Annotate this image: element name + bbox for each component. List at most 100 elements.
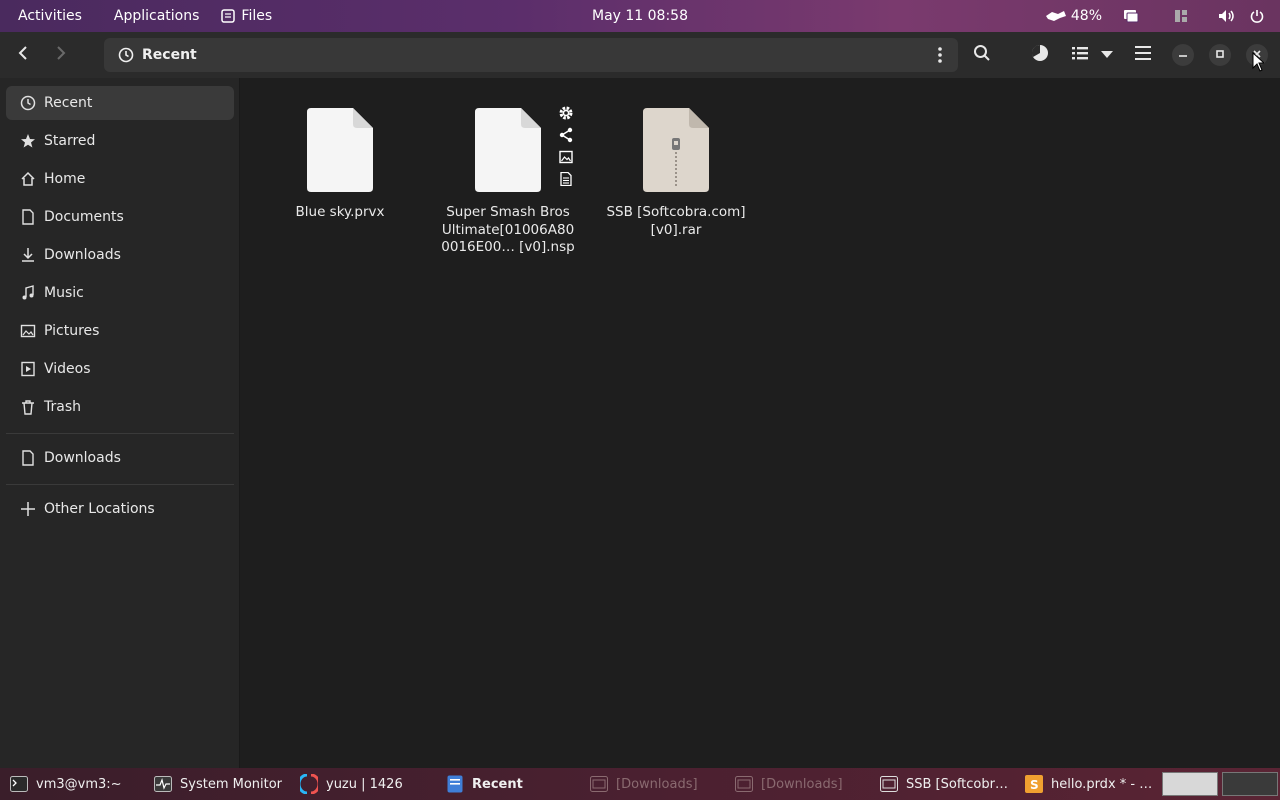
- sidebar-item-label: Home: [44, 171, 86, 187]
- workspace-indicator-icon[interactable]: [1166, 0, 1196, 32]
- main-menu-button[interactable]: [1126, 38, 1160, 72]
- sidebar-item-label: Starred: [44, 133, 96, 149]
- task-downloads-1[interactable]: [Downloads]: [590, 768, 698, 800]
- sidebar-item-home[interactable]: Home: [6, 162, 234, 196]
- home-icon: [20, 171, 36, 187]
- power-icon[interactable]: [1242, 0, 1272, 32]
- terminal-icon: [10, 775, 28, 793]
- triangle-down-icon: [1101, 47, 1113, 63]
- archive-file-icon: [643, 108, 709, 192]
- sidebar-item-videos[interactable]: Videos: [6, 352, 234, 386]
- header-bar: Recent: [0, 32, 1280, 78]
- svg-text:S: S: [1030, 778, 1039, 792]
- task-label: yuzu | 1426: [326, 776, 403, 792]
- view-options-dropdown[interactable]: [1092, 38, 1122, 72]
- maximize-icon: [1215, 47, 1225, 63]
- task-downloads-2[interactable]: [Downloads]: [735, 768, 843, 800]
- task-label: SSB [Softcobr…: [906, 776, 1008, 792]
- task-terminal[interactable]: vm3@vm3:~: [10, 768, 122, 800]
- chevron-right-icon: [55, 46, 67, 64]
- workspace-1[interactable]: [1162, 772, 1218, 796]
- battery-indicator-icon[interactable]: [1041, 0, 1071, 32]
- sidebar-item-label: Recent: [44, 95, 93, 111]
- text-document-icon: [557, 168, 575, 190]
- file-item[interactable]: Blue sky.prvx: [270, 108, 410, 222]
- sidebar-item-music[interactable]: Music: [6, 276, 234, 310]
- files-icon: [735, 775, 753, 793]
- folder-icon: [20, 450, 36, 466]
- sidebar-item-label: Downloads: [44, 247, 121, 263]
- taskbar: vm3@vm3:~ System Monitor yuzu | 1426 Rec…: [0, 768, 1280, 800]
- files-app-menu[interactable]: Files: [212, 0, 281, 32]
- sidebar-item-other-locations[interactable]: Other Locations: [6, 492, 234, 526]
- file-view: Blue sky.prvx Super Smash Bros Ultimate[…: [241, 78, 1280, 768]
- system-tray: 48%: [1041, 0, 1272, 32]
- sidebar-item-label: Videos: [44, 361, 91, 377]
- sidebar-item-pictures[interactable]: Pictures: [6, 314, 234, 348]
- maximize-button[interactable]: [1209, 44, 1231, 66]
- task-system-monitor[interactable]: System Monitor: [154, 768, 282, 800]
- files-icon: [880, 775, 898, 793]
- task-label: Recent: [472, 776, 523, 792]
- music-icon: [20, 285, 36, 301]
- applications-menu[interactable]: Applications: [105, 0, 209, 32]
- task-ssb-folder[interactable]: SSB [Softcobr…: [880, 768, 1008, 800]
- search-button[interactable]: [965, 38, 999, 72]
- sidebar-item-label: Pictures: [44, 323, 100, 339]
- sidebar-divider: [6, 484, 234, 485]
- file-name: Super Smash Bros Ultimate[01006A80 0016E…: [441, 204, 575, 255]
- sidebar-item-label: Music: [44, 285, 84, 301]
- editor-icon: S: [1025, 775, 1043, 793]
- task-label: [Downloads]: [761, 776, 843, 792]
- files-app-icon: [221, 9, 236, 23]
- sidebar-item-label: Downloads: [44, 450, 121, 466]
- activities-button[interactable]: Activities: [0, 0, 91, 32]
- files-app-label: Files: [241, 8, 273, 24]
- location-bar[interactable]: Recent: [104, 38, 958, 72]
- clock-icon: [118, 47, 134, 63]
- task-yuzu[interactable]: yuzu | 1426: [300, 768, 403, 800]
- document-icon: [20, 209, 36, 225]
- pie-chart-icon: [1031, 44, 1049, 66]
- clock-icon: [20, 95, 36, 111]
- volume-icon[interactable]: [1212, 0, 1242, 32]
- file-item[interactable]: SSB [Softcobra.com] [v0].rar: [606, 108, 746, 239]
- files-icon: [446, 775, 464, 793]
- blank-file-icon: [475, 108, 541, 192]
- trash-icon: [20, 399, 36, 415]
- sidebar-item-documents[interactable]: Documents: [6, 200, 234, 234]
- activities-label: Activities: [18, 8, 82, 24]
- files-icon: [590, 775, 608, 793]
- sidebar-item-trash[interactable]: Trash: [6, 390, 234, 424]
- video-icon: [20, 361, 36, 377]
- task-label: System Monitor: [180, 776, 283, 792]
- sidebar-item-downloads[interactable]: Downloads: [6, 238, 234, 272]
- back-button[interactable]: [6, 38, 40, 72]
- location-menu-icon[interactable]: [928, 38, 952, 72]
- file-emblems: [557, 102, 575, 190]
- task-label: [Downloads]: [616, 776, 698, 792]
- sidebar-item-starred[interactable]: Starred: [6, 124, 234, 158]
- workspace-2[interactable]: [1222, 772, 1278, 796]
- file-name: Blue sky.prvx: [295, 204, 385, 220]
- sidebar-item-recent[interactable]: Recent: [6, 86, 234, 120]
- sidebar-item-label: Trash: [44, 399, 81, 415]
- sidebar-divider: [6, 433, 234, 434]
- chevron-left-icon: [17, 46, 29, 64]
- sidebar-bookmark-downloads[interactable]: Downloads: [6, 441, 234, 475]
- task-label: vm3@vm3:~: [36, 776, 122, 792]
- forward-button[interactable]: [44, 38, 78, 72]
- applications-label: Applications: [113, 8, 200, 24]
- disk-usage-button[interactable]: [1023, 38, 1057, 72]
- picture-icon: [20, 323, 36, 339]
- image-icon: [557, 146, 575, 168]
- task-editor[interactable]: S hello.prdx * - …: [1025, 768, 1152, 800]
- plus-icon: [20, 501, 36, 517]
- file-name: SSB [Softcobra.com] [v0].rar: [606, 204, 746, 238]
- star-icon: [20, 133, 36, 149]
- screen-share-icon[interactable]: [1116, 0, 1146, 32]
- clock[interactable]: May 11 08:58: [592, 8, 688, 24]
- minimize-button[interactable]: [1172, 44, 1194, 66]
- task-recent[interactable]: Recent: [446, 768, 523, 800]
- top-panel: Activities Applications Files May 11 08:…: [0, 0, 1280, 32]
